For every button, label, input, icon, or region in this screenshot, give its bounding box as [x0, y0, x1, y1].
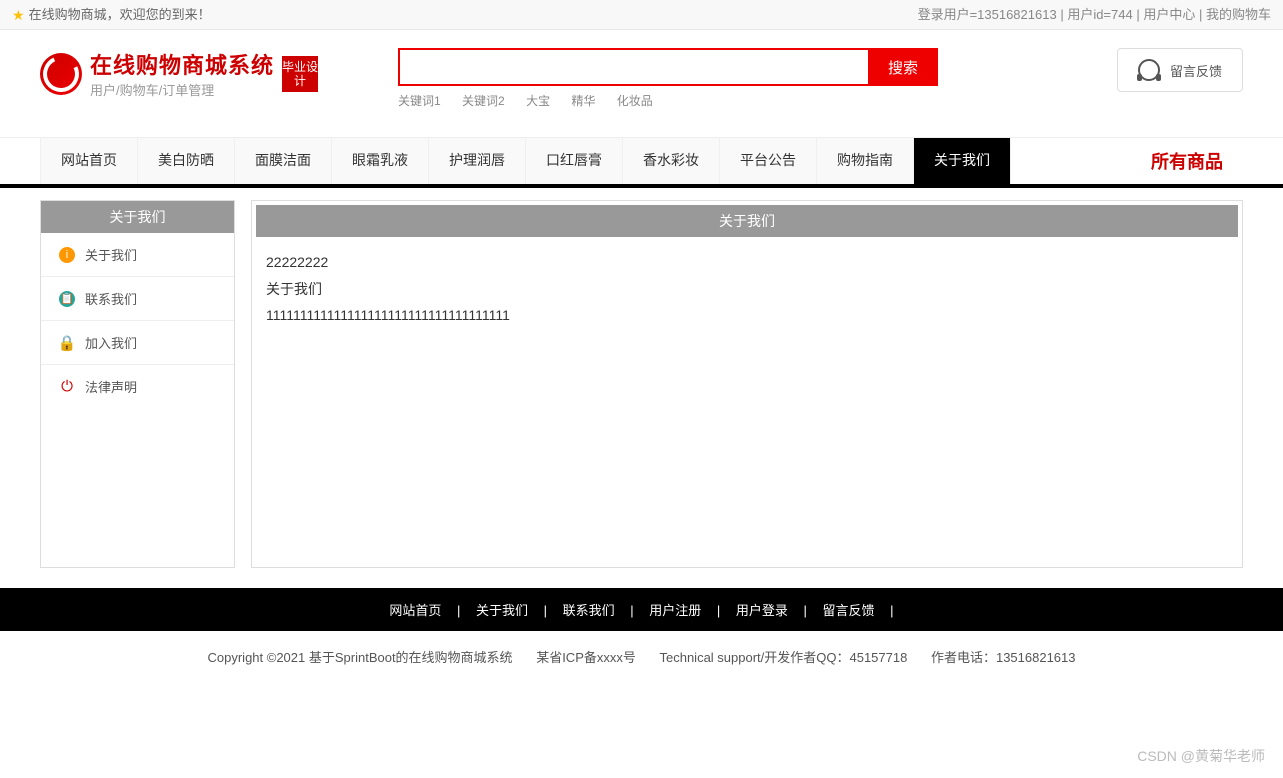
welcome-text: 在线购物商城，欢迎您的到来！ [29, 0, 211, 30]
watermark: CSDN @黄菊华老师 [1137, 746, 1265, 766]
headset-icon [1138, 59, 1160, 81]
search-button[interactable]: 搜索 [868, 48, 938, 86]
sidebar-item-legal[interactable]: ⏻ 法律声明 [41, 365, 234, 408]
main-content: 关于我们 i 关于我们 📋 联系我们 🔒 加入我们 ⏻ 法律声明 关于我们 22… [0, 188, 1283, 588]
footer-copyright: Copyright ©2021 基于SprintBoot的在线购物商城系统 某省… [0, 631, 1283, 682]
keyword-link[interactable]: 大宝 [526, 94, 550, 108]
nav-all-products[interactable]: 所有商品 [1151, 138, 1243, 184]
nav-item[interactable]: 美白防晒 [138, 138, 235, 184]
icp-text: 某省ICP备xxxx号 [536, 650, 636, 665]
content-body: 22222222 关于我们 11111111111111111111111111… [252, 241, 1242, 337]
footer-link[interactable]: 用户登录 [730, 603, 794, 618]
nav-home[interactable]: 网站首页 [40, 138, 138, 184]
star-icon: ★ [12, 0, 25, 30]
footer-link[interactable]: 关于我们 [470, 603, 534, 618]
sidebar-item-label: 加入我们 [85, 333, 137, 352]
logo-subtitle: 用户/购物车/订单管理 [90, 80, 274, 99]
nav-item[interactable]: 购物指南 [817, 138, 914, 184]
content-line: 22222222 [266, 249, 1228, 276]
content-panel: 关于我们 22222222 关于我们 111111111111111111111… [251, 200, 1243, 568]
sidebar-item-join[interactable]: 🔒 加入我们 [41, 321, 234, 365]
footer-link[interactable]: 留言反馈 [817, 603, 881, 618]
logo-block[interactable]: 在线购物商城系统 用户/购物车/订单管理 毕业设计 [40, 48, 318, 99]
logo-badge: 毕业设计 [282, 56, 318, 92]
power-icon: ⏻ [59, 379, 75, 395]
nav-item[interactable]: 口红唇膏 [526, 138, 623, 184]
keyword-link[interactable]: 化妆品 [617, 94, 653, 108]
nav-item[interactable]: 眼霜乳液 [332, 138, 429, 184]
search-keywords: 关键词1 关键词2 大宝 精华 化妆品 [398, 92, 938, 109]
footer-link[interactable]: 联系我们 [557, 603, 621, 618]
content-title: 关于我们 [256, 205, 1238, 237]
user-center-link[interactable]: 用户中心 [1143, 7, 1195, 22]
main-nav: 网站首页 美白防晒 面膜洁面 眼霜乳液 护理润唇 口红唇膏 香水彩妆 平台公告 … [0, 137, 1283, 188]
topbar-welcome: ★ 在线购物商城，欢迎您的到来！ [12, 0, 211, 29]
footer-link[interactable]: 网站首页 [383, 603, 447, 618]
tech-support-text: Technical support/开发作者QQ：45157718 [659, 650, 907, 665]
info-icon: i [59, 247, 75, 263]
sidebar-item-label: 关于我们 [85, 245, 137, 264]
keyword-link[interactable]: 关键词2 [462, 94, 505, 108]
footer-nav: 网站首页 | 关于我们 | 联系我们 | 用户注册 | 用户登录 | 留言反馈 … [0, 588, 1283, 631]
nav-item[interactable]: 面膜洁面 [235, 138, 332, 184]
copyright-text: Copyright ©2021 基于SprintBoot的在线购物商城系统 [208, 650, 513, 665]
sidebar: 关于我们 i 关于我们 📋 联系我们 🔒 加入我们 ⏻ 法律声明 [40, 200, 235, 568]
nav-about[interactable]: 关于我们 [914, 138, 1011, 184]
user-id: 用户id=744 [1067, 7, 1132, 22]
content-line: 111111111111111111111111111111111111 [266, 302, 1228, 329]
nav-item[interactable]: 平台公告 [720, 138, 817, 184]
feedback-button[interactable]: 留言反馈 [1117, 48, 1243, 92]
search-block: 搜索 关键词1 关键词2 大宝 精华 化妆品 [398, 48, 938, 109]
phone-text: 作者电话：13516821613 [931, 650, 1076, 665]
my-cart-link[interactable]: 我的购物车 [1206, 7, 1271, 22]
nav-item[interactable]: 香水彩妆 [623, 138, 720, 184]
content-line: 关于我们 [266, 276, 1228, 303]
header: 在线购物商城系统 用户/购物车/订单管理 毕业设计 搜索 关键词1 关键词2 大… [0, 30, 1283, 117]
logo-icon [40, 53, 82, 95]
nav-item[interactable]: 护理润唇 [429, 138, 526, 184]
keyword-link[interactable]: 关键词1 [398, 94, 441, 108]
clipboard-icon: 📋 [59, 291, 75, 307]
feedback-label: 留言反馈 [1170, 61, 1222, 80]
topbar: ★ 在线购物商城，欢迎您的到来！ 登录用户=13516821613 | 用户id… [0, 0, 1283, 30]
search-input[interactable] [398, 48, 868, 86]
sidebar-item-label: 联系我们 [85, 289, 137, 308]
logo-title: 在线购物商城系统 [90, 48, 274, 80]
sidebar-title: 关于我们 [41, 201, 234, 233]
sidebar-item-label: 法律声明 [85, 377, 137, 396]
footer-link[interactable]: 用户注册 [643, 603, 707, 618]
sidebar-item-about[interactable]: i 关于我们 [41, 233, 234, 277]
lock-icon: 🔒 [59, 335, 75, 351]
keyword-link[interactable]: 精华 [571, 94, 595, 108]
login-user: 登录用户=13516821613 [918, 7, 1057, 22]
topbar-right: 登录用户=13516821613 | 用户id=744 | 用户中心 | 我的购… [918, 0, 1271, 29]
sidebar-item-contact[interactable]: 📋 联系我们 [41, 277, 234, 321]
